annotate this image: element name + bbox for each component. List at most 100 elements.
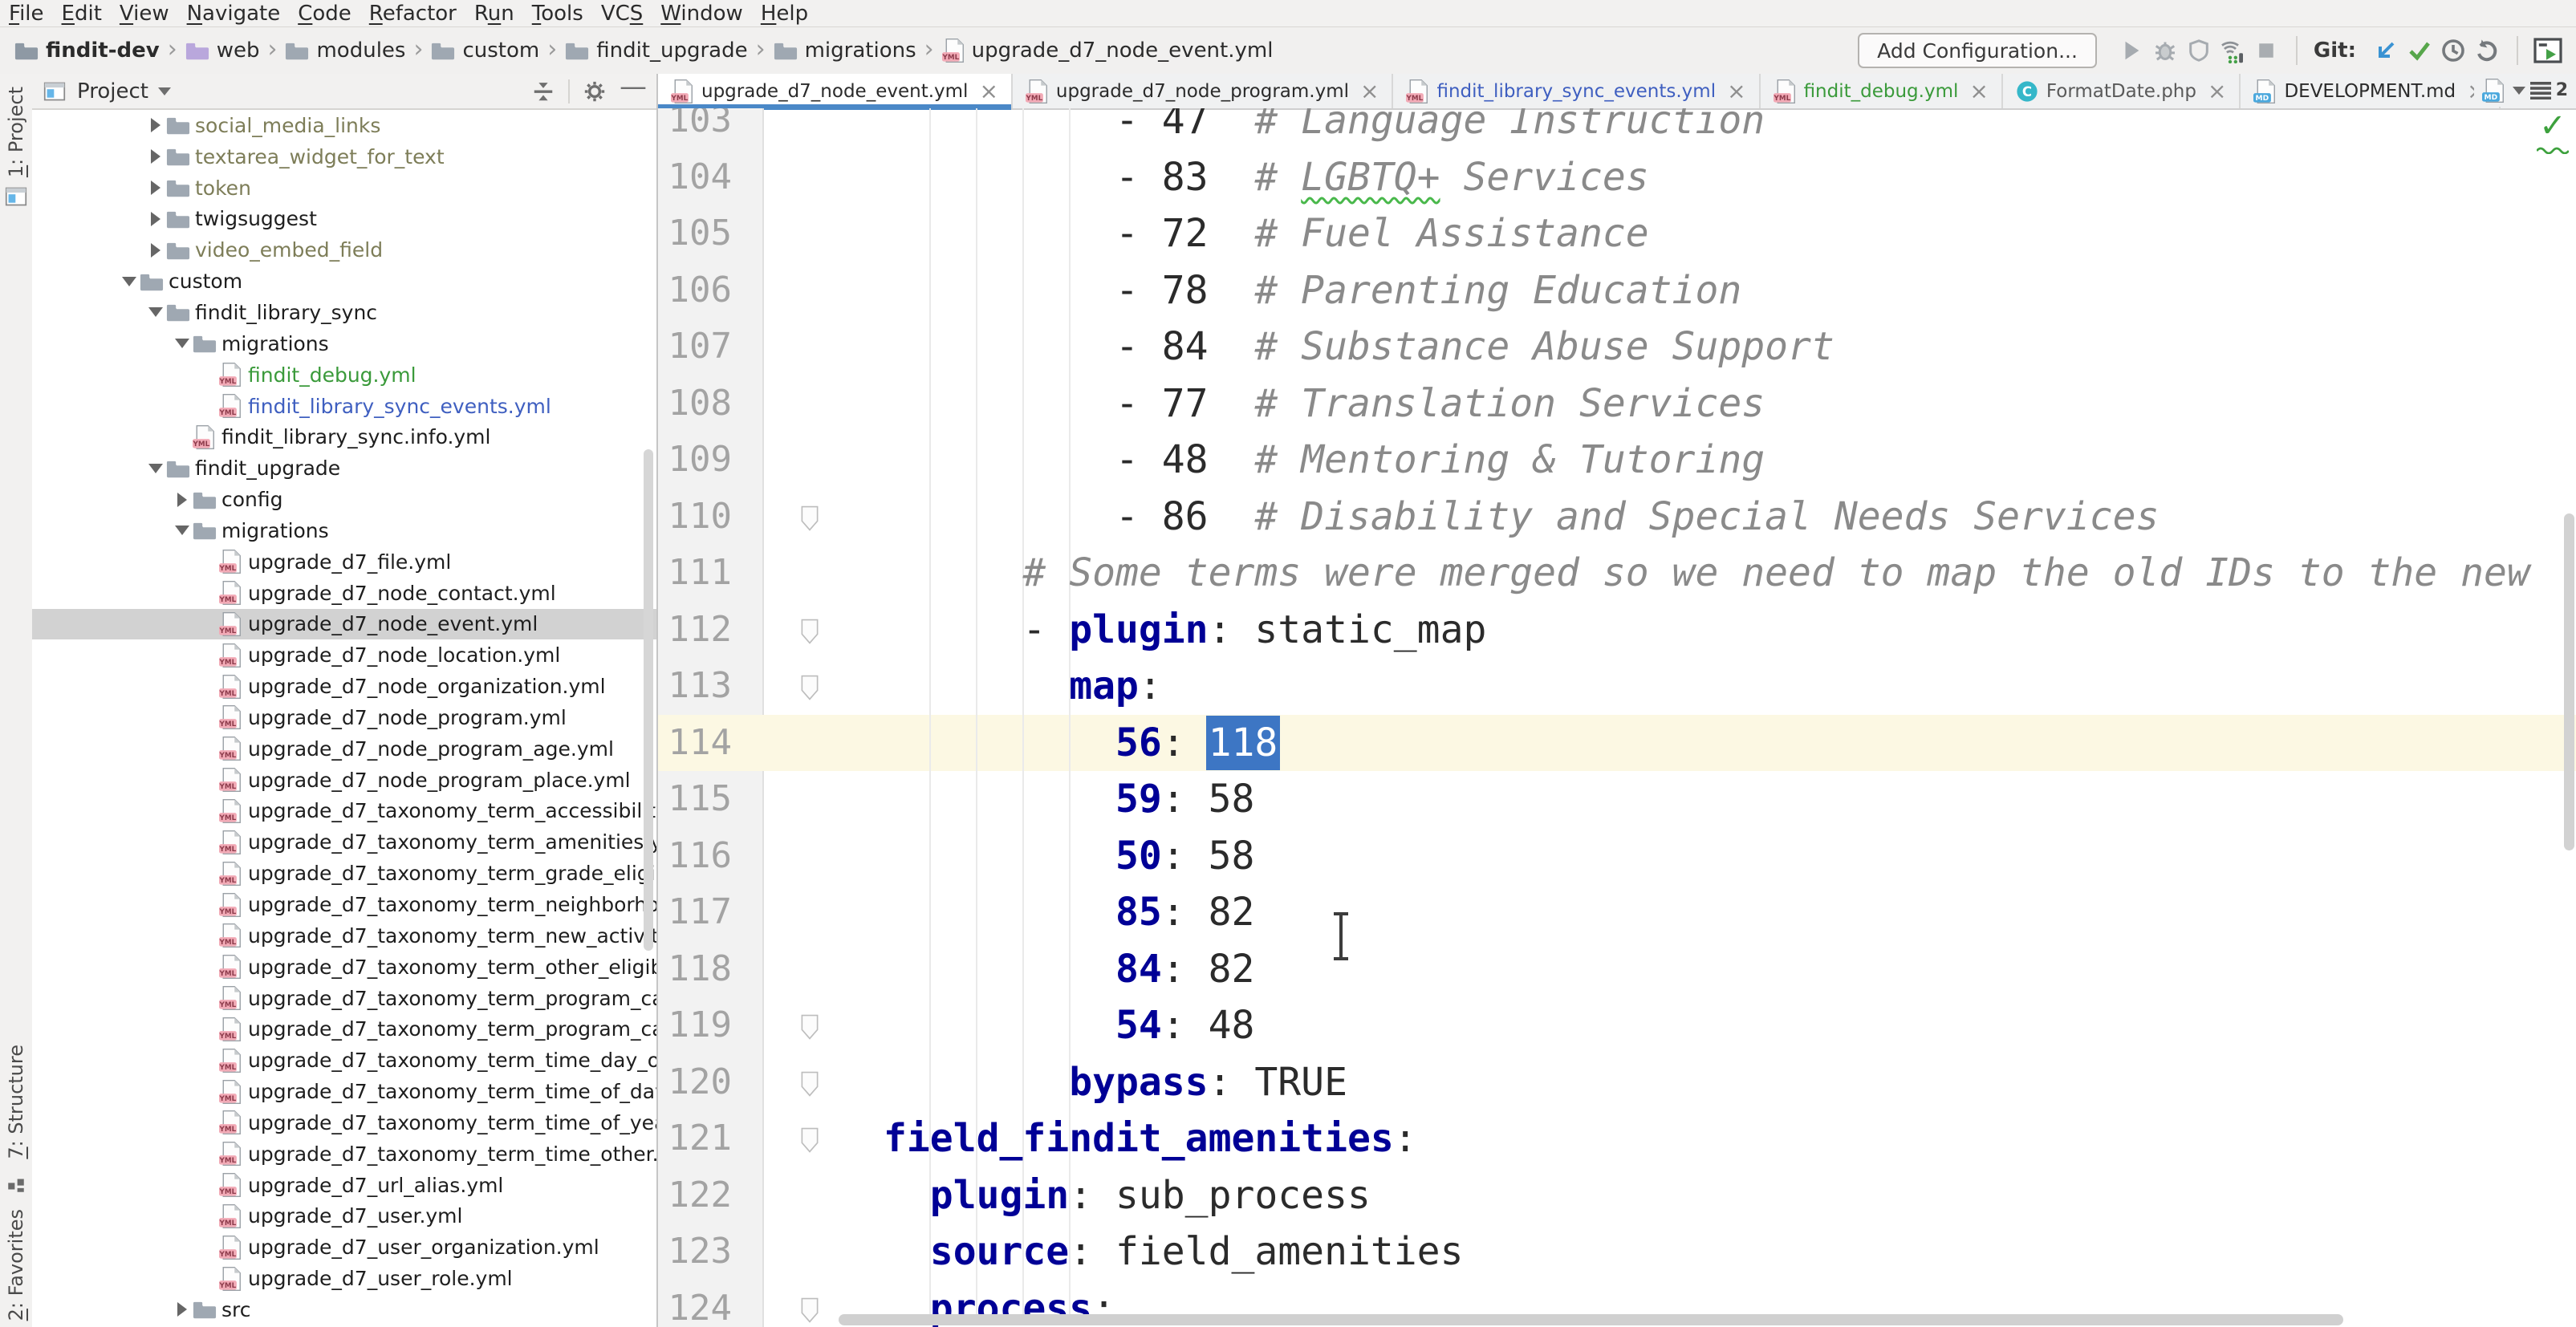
close-icon[interactable]: × xyxy=(1727,80,1745,103)
tree-item-findit_library_sync[interactable]: findit_library_sync xyxy=(32,297,656,328)
terminal-run-icon[interactable] xyxy=(2531,34,2565,67)
tab-formatdate.php[interactable]: CFormatDate.php× xyxy=(2003,74,2241,108)
tree-item-upgrade_d7_node_contact.yml[interactable]: YMLupgrade_d7_node_contact.yml xyxy=(32,578,656,609)
fold-pin-icon[interactable] xyxy=(801,1014,819,1040)
debug-icon[interactable] xyxy=(2148,34,2182,67)
chevron-collapsed-icon[interactable] xyxy=(172,1302,193,1317)
tree-item-upgrade_d7_node_organization.yml[interactable]: YMLupgrade_d7_node_organization.yml xyxy=(32,671,656,702)
code-line-117[interactable]: 85: 82 xyxy=(884,884,2576,941)
code-line-114[interactable]: 56: 118 xyxy=(884,715,2576,772)
code-line-110[interactable]: - 86 # Disability and Special Needs Serv… xyxy=(884,489,2576,546)
tree-item-custom[interactable]: custom xyxy=(32,266,656,297)
chevron-collapsed-icon[interactable] xyxy=(145,149,166,164)
code-line-115[interactable]: 59: 58 xyxy=(884,771,2576,828)
code-line-108[interactable]: - 77 # Translation Services xyxy=(884,375,2576,432)
code-line-109[interactable]: - 48 # Mentoring & Tutoring xyxy=(884,432,2576,489)
tree-item-upgrade_d7_node_program_place.yml[interactable]: YMLupgrade_d7_node_program_place.yml xyxy=(32,765,656,796)
tree-item-upgrade_d7_taxonomy_term_new_activities[interactable]: YMLupgrade_d7_taxonomy_term_new_activiti… xyxy=(32,920,656,952)
md-file-icon[interactable]: MD xyxy=(2482,78,2505,103)
tab-findit_debug.yml[interactable]: YMLfindit_debug.yml× xyxy=(1761,74,2003,108)
tree-item-upgrade_d7_taxonomy_term_program_cate[interactable]: YMLupgrade_d7_taxonomy_term_program_cate xyxy=(32,1013,656,1045)
chevron-expanded-icon[interactable] xyxy=(119,277,140,286)
collapse-all-icon[interactable] xyxy=(531,79,555,103)
sidebar-item-favorites[interactable]: 2: Favorites xyxy=(5,1209,27,1321)
close-icon[interactable]: × xyxy=(1969,80,1988,103)
tree-item-upgrade_d7_taxonomy_term_program_cate[interactable]: YMLupgrade_d7_taxonomy_term_program_cate xyxy=(32,983,656,1014)
coverage-icon[interactable] xyxy=(2182,34,2216,67)
menu-item-tools[interactable]: Tools xyxy=(523,2,592,26)
editor-vertical-scrollbar[interactable] xyxy=(2564,513,2574,850)
hidden-tabs-button[interactable]: 2 xyxy=(2513,80,2568,100)
tab-upgrade_d7_node_program.yml[interactable]: YMLupgrade_d7_node_program.yml× xyxy=(1013,74,1394,108)
tree-item-upgrade_d7_node_location.yml[interactable]: YMLupgrade_d7_node_location.yml xyxy=(32,639,656,671)
tree-item-upgrade_d7_node_event.yml[interactable]: YMLupgrade_d7_node_event.yml xyxy=(32,609,656,640)
breadcrumb-item-web[interactable]: web xyxy=(185,39,260,63)
gear-icon[interactable] xyxy=(583,79,607,103)
close-icon[interactable]: × xyxy=(2208,80,2226,103)
git-update-icon[interactable] xyxy=(2369,34,2403,67)
tree-item-upgrade_d7_user_role.yml[interactable]: YMLupgrade_d7_user_role.yml xyxy=(32,1263,656,1294)
fold-pin-icon[interactable] xyxy=(801,1071,819,1097)
code-line-120[interactable]: bypass: TRUE xyxy=(884,1054,2576,1111)
project-toolwindow-icon[interactable] xyxy=(5,185,27,208)
tab-development.md[interactable]: MDDEVELOPMENT.md× xyxy=(2241,74,2500,108)
tree-item-upgrade_d7_taxonomy_term_grade_eligibil[interactable]: YMLupgrade_d7_taxonomy_term_grade_eligib… xyxy=(32,858,656,889)
code-line-116[interactable]: 50: 58 xyxy=(884,828,2576,885)
tree-item-upgrade_d7_node_program.yml[interactable]: YMLupgrade_d7_node_program.yml xyxy=(32,702,656,733)
code-line-103[interactable]: - 47 # Language Instruction xyxy=(884,108,2576,149)
tree-item-upgrade_d7_user.yml[interactable]: YMLupgrade_d7_user.yml xyxy=(32,1201,656,1232)
editor-content[interactable]: 1031041051061071081091101111121131141151… xyxy=(658,108,2576,1327)
stop-icon[interactable] xyxy=(2249,34,2283,67)
listen-debug-icon[interactable] xyxy=(2216,34,2249,67)
tree-item-findit_debug.yml[interactable]: YMLfindit_debug.yml xyxy=(32,359,656,391)
close-icon[interactable]: × xyxy=(1360,80,1379,103)
menu-item-help[interactable]: Help xyxy=(752,2,817,26)
code-line-107[interactable]: - 84 # Substance Abuse Support xyxy=(884,319,2576,375)
code-line-122[interactable]: plugin: sub_process xyxy=(884,1167,2576,1224)
menu-item-navigate[interactable]: Navigate xyxy=(178,2,290,26)
add-configuration-button[interactable]: Add Configuration... xyxy=(1858,33,2097,68)
sidebar-item-structure[interactable]: 7: Structure xyxy=(5,1045,27,1159)
code-text[interactable]: - 47 # Language Instruction - 83 # LGBTQ… xyxy=(884,108,2576,1327)
breadcrumb-item-findit_upgrade[interactable]: findit_upgrade xyxy=(565,39,747,63)
tree-item-upgrade_d7_user_organization.yml[interactable]: YMLupgrade_d7_user_organization.yml xyxy=(32,1232,656,1263)
code-line-104[interactable]: - 83 # LGBTQ+ Services xyxy=(884,149,2576,206)
tree-scrollbar[interactable] xyxy=(644,449,653,951)
tree-item-upgrade_d7_url_alias.yml[interactable]: YMLupgrade_d7_url_alias.yml xyxy=(32,1170,656,1201)
tree-item-findit_library_sync_events.yml[interactable]: YMLfindit_library_sync_events.yml xyxy=(32,391,656,422)
chevron-collapsed-icon[interactable] xyxy=(145,181,166,195)
code-line-111[interactable]: # Some terms were merged so we need to m… xyxy=(884,545,2576,602)
code-line-105[interactable]: - 72 # Fuel Assistance xyxy=(884,205,2576,262)
code-line-119[interactable]: 54: 48 xyxy=(884,997,2576,1054)
tree-item-upgrade_d7_taxonomy_term_time_other.yr[interactable]: YMLupgrade_d7_taxonomy_term_time_other.y… xyxy=(32,1138,656,1170)
chevron-expanded-icon[interactable] xyxy=(172,339,193,348)
code-line-118[interactable]: 84: 82 xyxy=(884,941,2576,998)
chevron-expanded-icon[interactable] xyxy=(145,307,166,317)
chevron-collapsed-icon[interactable] xyxy=(145,243,166,258)
project-panel-title[interactable]: Project xyxy=(77,79,148,103)
breadcrumb-item-modules[interactable]: modules xyxy=(285,39,405,63)
code-line-123[interactable]: source: field_amenities xyxy=(884,1224,2576,1280)
menu-item-vcs[interactable]: VCS xyxy=(592,2,652,26)
run-icon[interactable] xyxy=(2115,34,2148,67)
code-line-113[interactable]: map: xyxy=(884,658,2576,715)
menu-item-edit[interactable]: Edit xyxy=(53,2,111,26)
structure-toolwindow-icon[interactable] xyxy=(6,1174,26,1195)
menu-item-refactor[interactable]: Refactor xyxy=(360,2,465,26)
breadcrumb-item-upgrade_d7_node_event.yml[interactable]: YMLupgrade_d7_node_event.yml xyxy=(942,38,1274,63)
sidebar-item-project[interactable]: 1: Project xyxy=(5,87,27,177)
tree-item-upgrade_d7_taxonomy_term_time_of_day.y[interactable]: YMLupgrade_d7_taxonomy_term_time_of_day.… xyxy=(32,1076,656,1107)
tab-findit_library_sync_events.yml[interactable]: YMLfindit_library_sync_events.yml× xyxy=(1393,74,1760,108)
git-history-icon[interactable] xyxy=(2436,34,2470,67)
chevron-collapsed-icon[interactable] xyxy=(172,493,193,507)
fold-pin-icon[interactable] xyxy=(801,1127,819,1153)
tree-item-social_media_links[interactable]: social_media_links xyxy=(32,110,656,141)
fold-pin-icon[interactable] xyxy=(801,675,819,700)
tree-item-findit_library_sync.info.yml[interactable]: YMLfindit_library_sync.info.yml xyxy=(32,421,656,452)
breadcrumb-item-custom[interactable]: custom xyxy=(431,39,539,63)
tab-upgrade_d7_node_event.yml[interactable]: YMLupgrade_d7_node_event.yml× xyxy=(658,74,1013,108)
tree-item-twigsuggest[interactable]: twigsuggest xyxy=(32,204,656,235)
tree-item-upgrade_d7_node_program_age.yml[interactable]: YMLupgrade_d7_node_program_age.yml xyxy=(32,733,656,765)
tree-item-textarea_widget_for_text[interactable]: textarea_widget_for_text xyxy=(32,141,656,172)
tree-item-upgrade_d7_taxonomy_term_other_eligibil[interactable]: YMLupgrade_d7_taxonomy_term_other_eligib… xyxy=(32,952,656,983)
